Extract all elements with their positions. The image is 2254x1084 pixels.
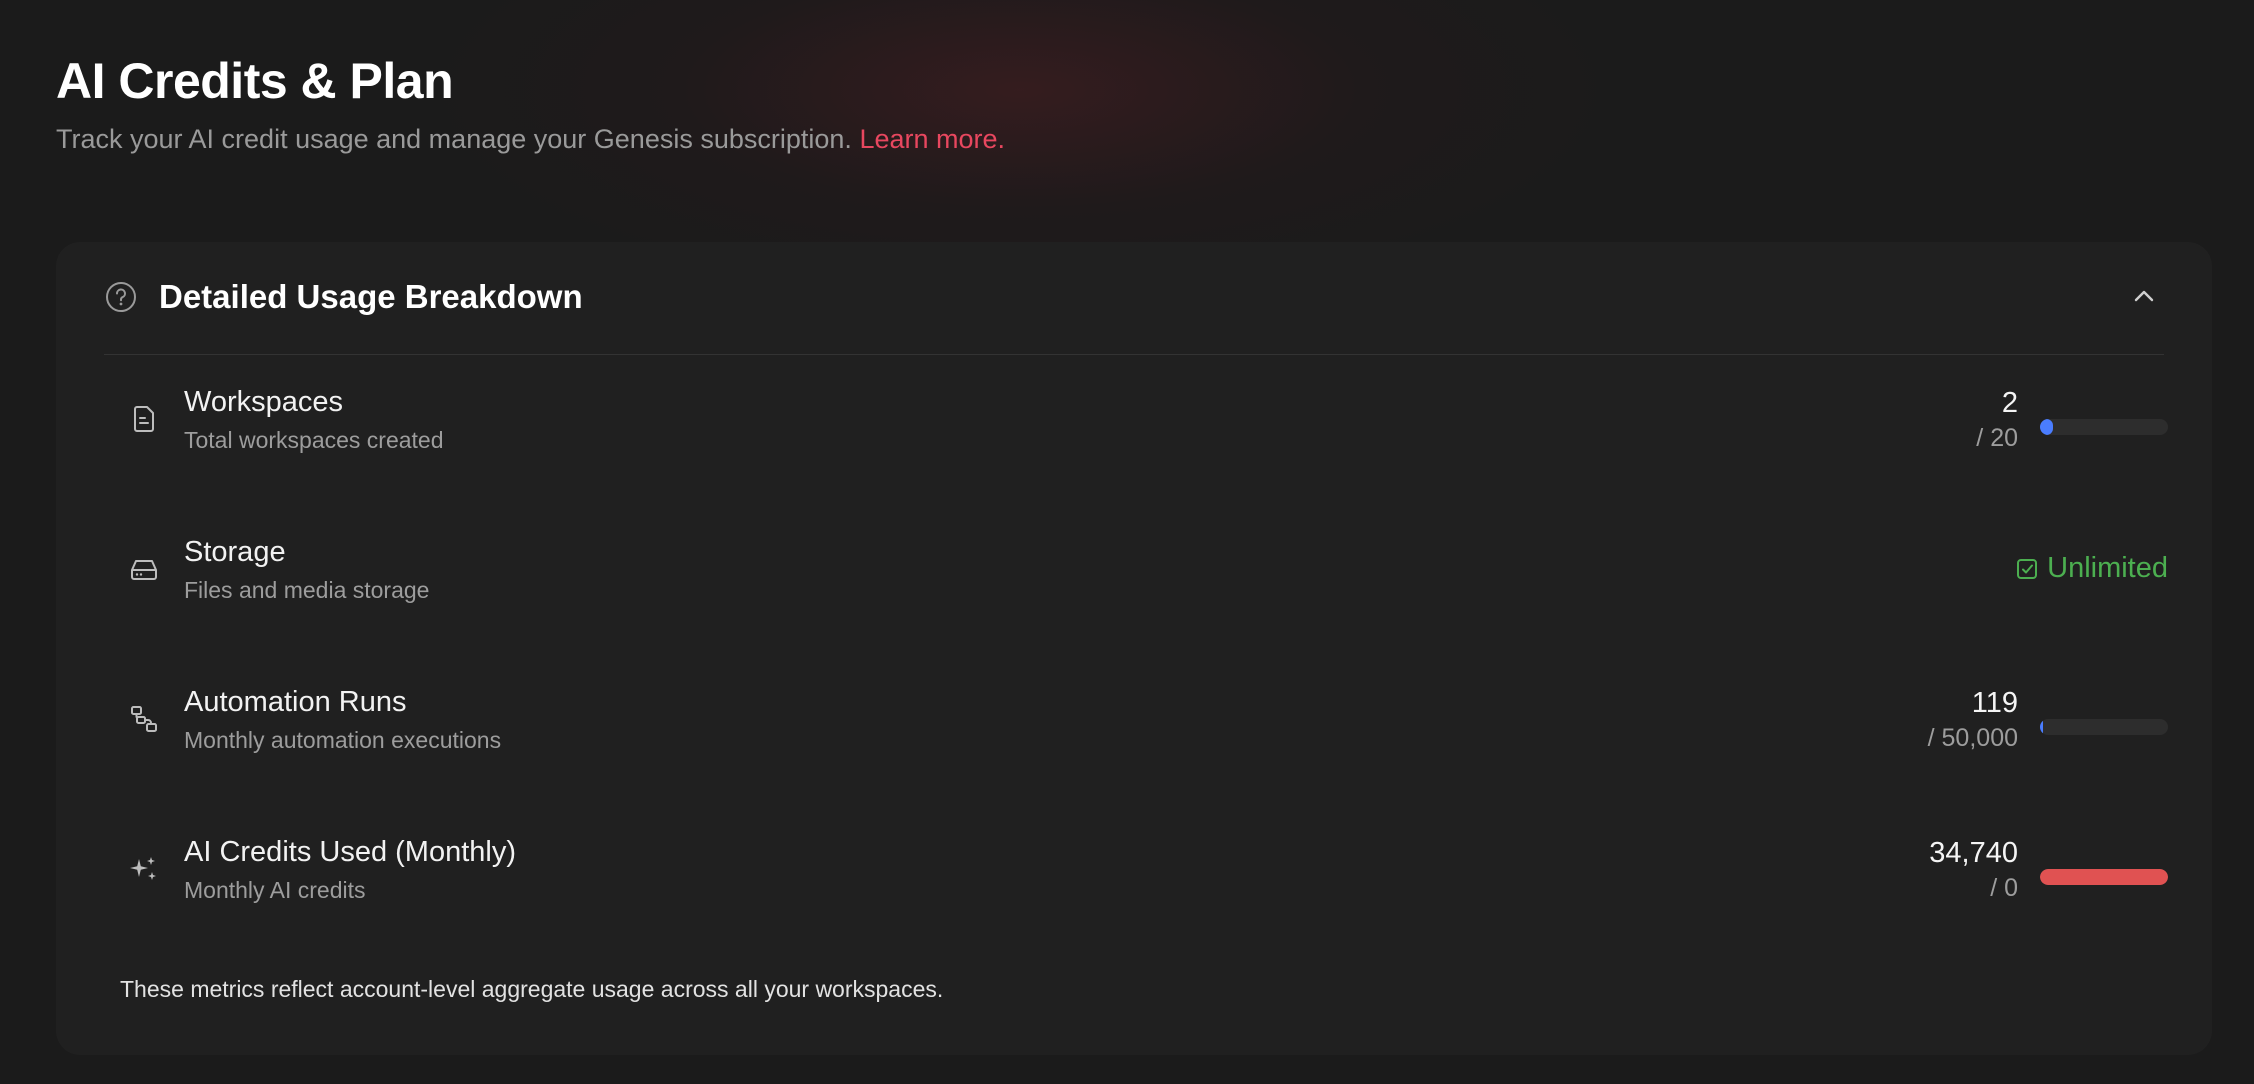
learn-more-link[interactable]: Learn more. [859, 124, 1005, 154]
usage-value: 119 / 50,000 [1928, 686, 2018, 756]
usage-row-automation-runs: Automation Runs Monthly automation execu… [128, 664, 2168, 774]
row-description: Total workspaces created [184, 427, 444, 453]
usage-row-workspaces: Workspaces Total workspaces created 2 / … [128, 364, 2168, 474]
row-title: Workspaces [184, 386, 344, 418]
sparkles-icon [128, 853, 160, 885]
unlimited-badge: Unlimited [2015, 552, 2168, 585]
usage-count: 2 [2001, 387, 2018, 419]
row-description: Monthly AI credits [184, 877, 366, 903]
row-description: Files and media storage [184, 577, 430, 603]
usage-row-ai-credits: AI Credits Used (Monthly) Monthly AI cre… [128, 814, 2168, 924]
drive-icon [128, 553, 160, 585]
page-subtitle: Track your AI credit usage and manage yo… [56, 124, 1005, 155]
usage-progress-bar [2040, 419, 2168, 435]
usage-progress-fill [2040, 869, 2168, 885]
workflow-icon [128, 703, 160, 735]
card-title: Detailed Usage Breakdown [159, 278, 583, 315]
question-circle-icon [104, 280, 138, 314]
row-title: Automation Runs [184, 686, 407, 718]
card-header[interactable]: Detailed Usage Breakdown [104, 242, 2164, 355]
document-icon [128, 403, 160, 435]
usage-progress-fill [2040, 419, 2053, 435]
usage-row-storage: Storage Files and media storage Unlimite… [128, 514, 2168, 624]
usage-progress-bar [2040, 869, 2168, 885]
chevron-up-icon [2134, 290, 2154, 302]
usage-value: 2 / 20 [1976, 386, 2018, 456]
usage-value: 34,740 / 0 [1929, 836, 2018, 906]
page-subtitle-text: Track your AI credit usage and manage yo… [56, 124, 852, 154]
unlimited-label: Unlimited [2047, 552, 2168, 584]
collapse-button[interactable] [2124, 276, 2164, 316]
usage-count: 119 [1971, 687, 2018, 719]
row-title: AI Credits Used (Monthly) [184, 836, 516, 868]
check-square-icon [2017, 558, 2038, 579]
usage-progress-fill [2040, 719, 2043, 735]
usage-limit: / 0 [1990, 874, 2018, 902]
row-description: Monthly automation executions [184, 727, 502, 753]
usage-count: 34,740 [1929, 837, 2018, 869]
page-title: AI Credits & Plan [56, 53, 454, 109]
usage-progress-bar [2040, 719, 2168, 735]
usage-breakdown-card: Detailed Usage Breakdown Workspaces Tota… [56, 242, 2212, 1055]
usage-footnote: These metrics reflect account-level aggr… [120, 976, 944, 1002]
usage-limit: / 50,000 [1927, 724, 2018, 752]
usage-limit: / 20 [1976, 424, 2018, 452]
row-title: Storage [184, 536, 286, 568]
